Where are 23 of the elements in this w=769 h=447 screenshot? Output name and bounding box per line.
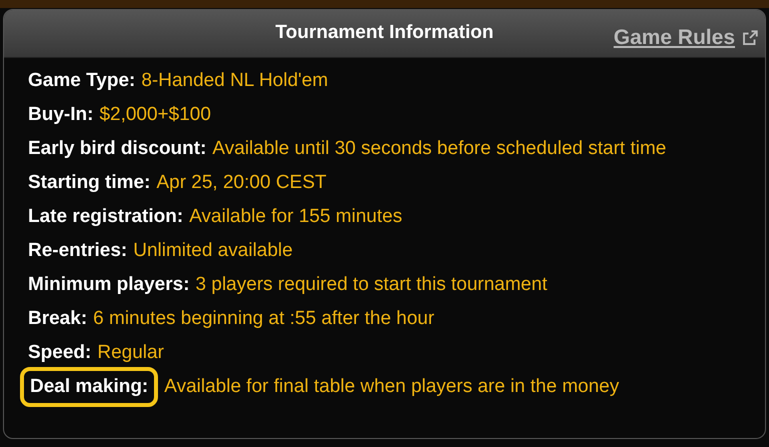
row-label: Break: — [28, 306, 88, 331]
row-value: Regular — [97, 340, 164, 365]
row-value: 8-Handed NL Hold'em — [141, 68, 328, 93]
row-label: Buy-In: — [28, 102, 94, 127]
row-value: Available until 30 seconds before scheduled start time — [212, 136, 666, 161]
external-link-icon — [741, 28, 759, 47]
panel-title: Tournament Information — [275, 21, 494, 46]
row-label: Late registration: — [28, 204, 184, 229]
row-label: Game Type: — [28, 68, 136, 93]
row-value: 6 minutes beginning at :55 after the hour — [93, 306, 434, 331]
row-value: Available for 155 minutes — [189, 204, 402, 229]
row-value: 3 players required to start this tournament — [196, 272, 548, 297]
row-label: Deal making: — [20, 366, 158, 408]
row-value: Apr 25, 20:00 CEST — [156, 170, 326, 195]
row-value: Unlimited available — [133, 238, 293, 263]
row-label: Early bird discount: — [28, 136, 206, 161]
row-label: Speed: — [28, 340, 92, 365]
row-value: $2,000+$100 — [99, 102, 211, 127]
game-rules-link[interactable]: Game Rules — [614, 22, 759, 54]
row-label: Re-entries: — [28, 238, 128, 263]
row-label: Minimum players: — [28, 272, 190, 297]
row-label: Starting time: — [28, 170, 150, 195]
row-value: Available for final table when players are in the money — [164, 374, 620, 399]
